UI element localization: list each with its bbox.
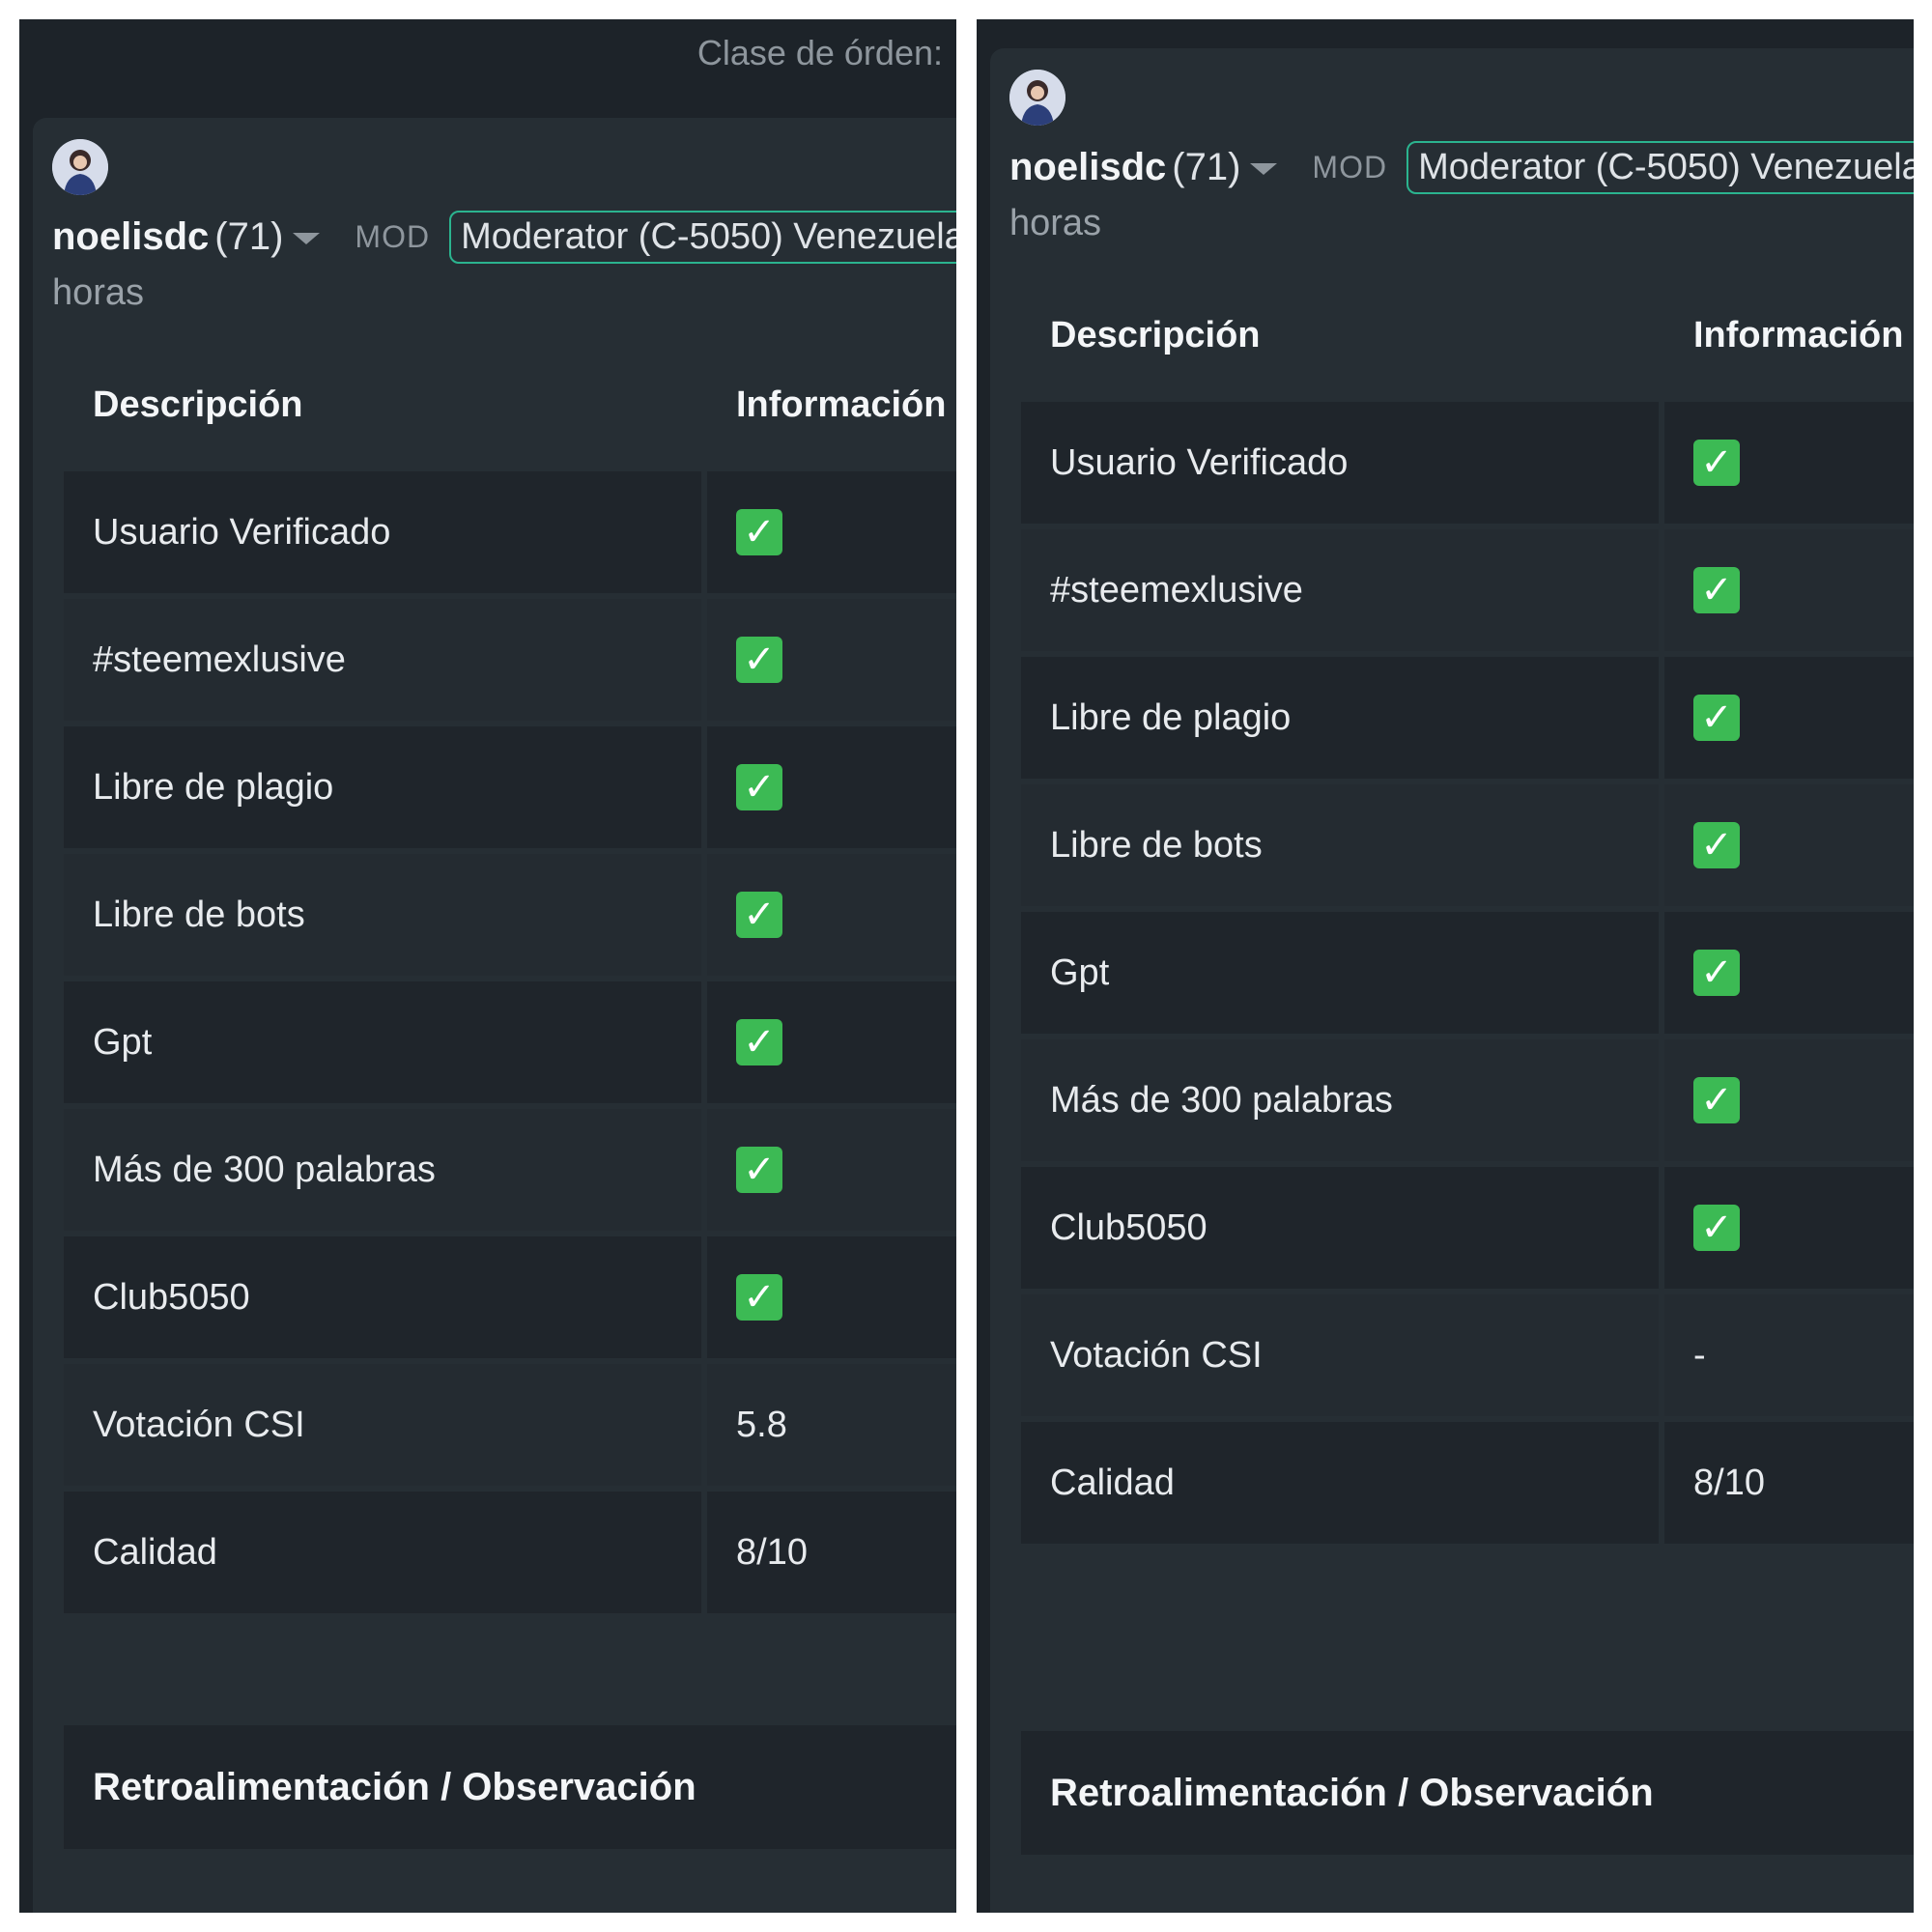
checkmark-icon: ✓ — [1693, 822, 1740, 868]
user-avatar-icon[interactable] — [52, 139, 108, 195]
table-row: Libre de plagio ✓ — [1021, 657, 1914, 779]
header-description: Descripción — [1021, 274, 1659, 396]
row-label: Usuario Verificado — [1021, 402, 1659, 524]
table-row: Más de 300 palabras ✓ — [1021, 1039, 1914, 1161]
header-description: Descripción — [64, 344, 701, 466]
table-row: Gpt ✓ — [1021, 912, 1914, 1034]
row-value: ✓ — [707, 854, 956, 976]
checkmark-icon: ✓ — [736, 637, 782, 683]
hashtag-link[interactable]: #steemexlusive — [64, 599, 701, 721]
row-value: - — [1664, 1294, 1914, 1416]
table-row: Votación CSI - — [1021, 1294, 1914, 1416]
checkmark-icon: ✓ — [736, 764, 782, 810]
role-badge: Moderator (C-5050) Venezuela — [1406, 140, 1914, 194]
row-label: Club5050 — [64, 1236, 701, 1358]
hashtag-link[interactable]: #steemexlusive — [1021, 529, 1659, 651]
checkmark-icon: ✓ — [1693, 950, 1740, 996]
checkmark-icon: ✓ — [736, 892, 782, 938]
table-row: Gpt ✓ — [64, 981, 956, 1103]
post-time: horas — [52, 272, 145, 313]
row-label: Más de 300 palabras — [1021, 1039, 1659, 1161]
row-label: Libre de bots — [64, 854, 701, 976]
header-information: Información — [1664, 274, 1914, 396]
row-value: ✓ — [1664, 657, 1914, 779]
row-value: ✓ — [707, 599, 956, 721]
row-label: Votación CSI — [64, 1364, 701, 1486]
row-label: Más de 300 palabras — [64, 1109, 701, 1231]
table-row: Votación CSI 5.8 — [64, 1364, 956, 1486]
row-value: ✓ — [1664, 1167, 1914, 1289]
author-name[interactable]: noelisdc — [52, 215, 209, 259]
table-row: Club5050 ✓ — [64, 1236, 956, 1358]
table-row: #steemexlusive ✓ — [64, 599, 956, 721]
author-reputation: (71) — [1172, 145, 1241, 188]
row-label: Libre de plagio — [64, 726, 701, 848]
checkmark-icon: ✓ — [1693, 567, 1740, 613]
row-value: ✓ — [1664, 402, 1914, 524]
row-label: Libre de bots — [1021, 784, 1659, 906]
author-row: noelisdc (71) MOD Moderator (C-5050) Ven… — [1009, 137, 1914, 197]
header-information: Información — [707, 344, 956, 466]
comment-card: noelisdc (71) MOD Moderator (C-5050) Ven… — [990, 48, 1914, 1913]
row-value: ✓ — [707, 981, 956, 1103]
table-header-row: Descripción Información — [64, 344, 956, 466]
author-row: noelisdc (71) MOD Moderator (C-5050) Ven… — [52, 207, 956, 267]
row-value: ✓ — [707, 1236, 956, 1358]
sort-order-label[interactable]: Clase de órden: — [697, 33, 943, 73]
checkmark-icon: ✓ — [736, 509, 782, 555]
chevron-down-icon[interactable] — [1250, 163, 1278, 175]
row-value: ✓ — [1664, 1039, 1914, 1161]
table-row: Usuario Verificado ✓ — [1021, 402, 1914, 524]
row-label: Usuario Verificado — [64, 471, 701, 593]
table-header-row: Descripción Información — [1021, 274, 1914, 396]
feedback-heading: Retroalimentación / Observación — [64, 1725, 956, 1849]
verification-table: Descripción Información Usuario Verifica… — [58, 338, 956, 1619]
row-label: Gpt — [64, 981, 701, 1103]
checkmark-icon: ✓ — [736, 1274, 782, 1321]
row-label: Gpt — [1021, 912, 1659, 1034]
row-label: Calidad — [1021, 1422, 1659, 1544]
table-row: Libre de bots ✓ — [64, 854, 956, 976]
role-badge: Moderator (C-5050) Venezuela / — [449, 210, 956, 264]
post-time: horas — [1009, 203, 1102, 243]
row-value: ✓ — [1664, 784, 1914, 906]
table-row: Calidad 8/10 — [64, 1492, 956, 1613]
comment-card: noelisdc (71) MOD Moderator (C-5050) Ven… — [33, 118, 956, 1913]
mod-tag: MOD — [1312, 149, 1388, 185]
row-label: Votación CSI — [1021, 1294, 1659, 1416]
row-label: Club5050 — [1021, 1167, 1659, 1289]
table-row: Calidad 8/10 — [1021, 1422, 1914, 1544]
row-label: Calidad — [64, 1492, 701, 1613]
row-label: Libre de plagio — [1021, 657, 1659, 779]
author-reputation: (71) — [214, 214, 284, 258]
row-value: 5.8 — [707, 1364, 956, 1486]
checkmark-icon: ✓ — [1693, 1077, 1740, 1123]
row-value: ✓ — [707, 726, 956, 848]
mod-tag: MOD — [355, 218, 431, 254]
table-row: Libre de plagio ✓ — [64, 726, 956, 848]
verification-table: Descripción Información Usuario Verifica… — [1015, 269, 1914, 1549]
table-row: Libre de bots ✓ — [1021, 784, 1914, 906]
table-row: Más de 300 palabras ✓ — [64, 1109, 956, 1231]
author-name[interactable]: noelisdc — [1009, 146, 1166, 189]
checkmark-icon: ✓ — [1693, 695, 1740, 741]
row-value: 8/10 — [1664, 1422, 1914, 1544]
checkmark-icon: ✓ — [1693, 440, 1740, 486]
table-row: Usuario Verificado ✓ — [64, 471, 956, 593]
right-screenshot-panel: noelisdc (71) MOD Moderator (C-5050) Ven… — [977, 19, 1914, 1913]
checkmark-icon: ✓ — [736, 1019, 782, 1065]
row-value: ✓ — [1664, 529, 1914, 651]
user-avatar-icon[interactable] — [1009, 70, 1065, 126]
table-row: Club5050 ✓ — [1021, 1167, 1914, 1289]
row-value: ✓ — [1664, 912, 1914, 1034]
chevron-down-icon[interactable] — [293, 233, 321, 244]
row-value: ✓ — [707, 1109, 956, 1231]
left-screenshot-panel: Clase de órden: noelisdc (71) MOD Modera… — [19, 19, 956, 1913]
feedback-heading: Retroalimentación / Observación — [1021, 1731, 1914, 1855]
row-value: ✓ — [707, 471, 956, 593]
checkmark-icon: ✓ — [1693, 1205, 1740, 1251]
checkmark-icon: ✓ — [736, 1147, 782, 1193]
table-row: #steemexlusive ✓ — [1021, 529, 1914, 651]
row-value: 8/10 — [707, 1492, 956, 1613]
